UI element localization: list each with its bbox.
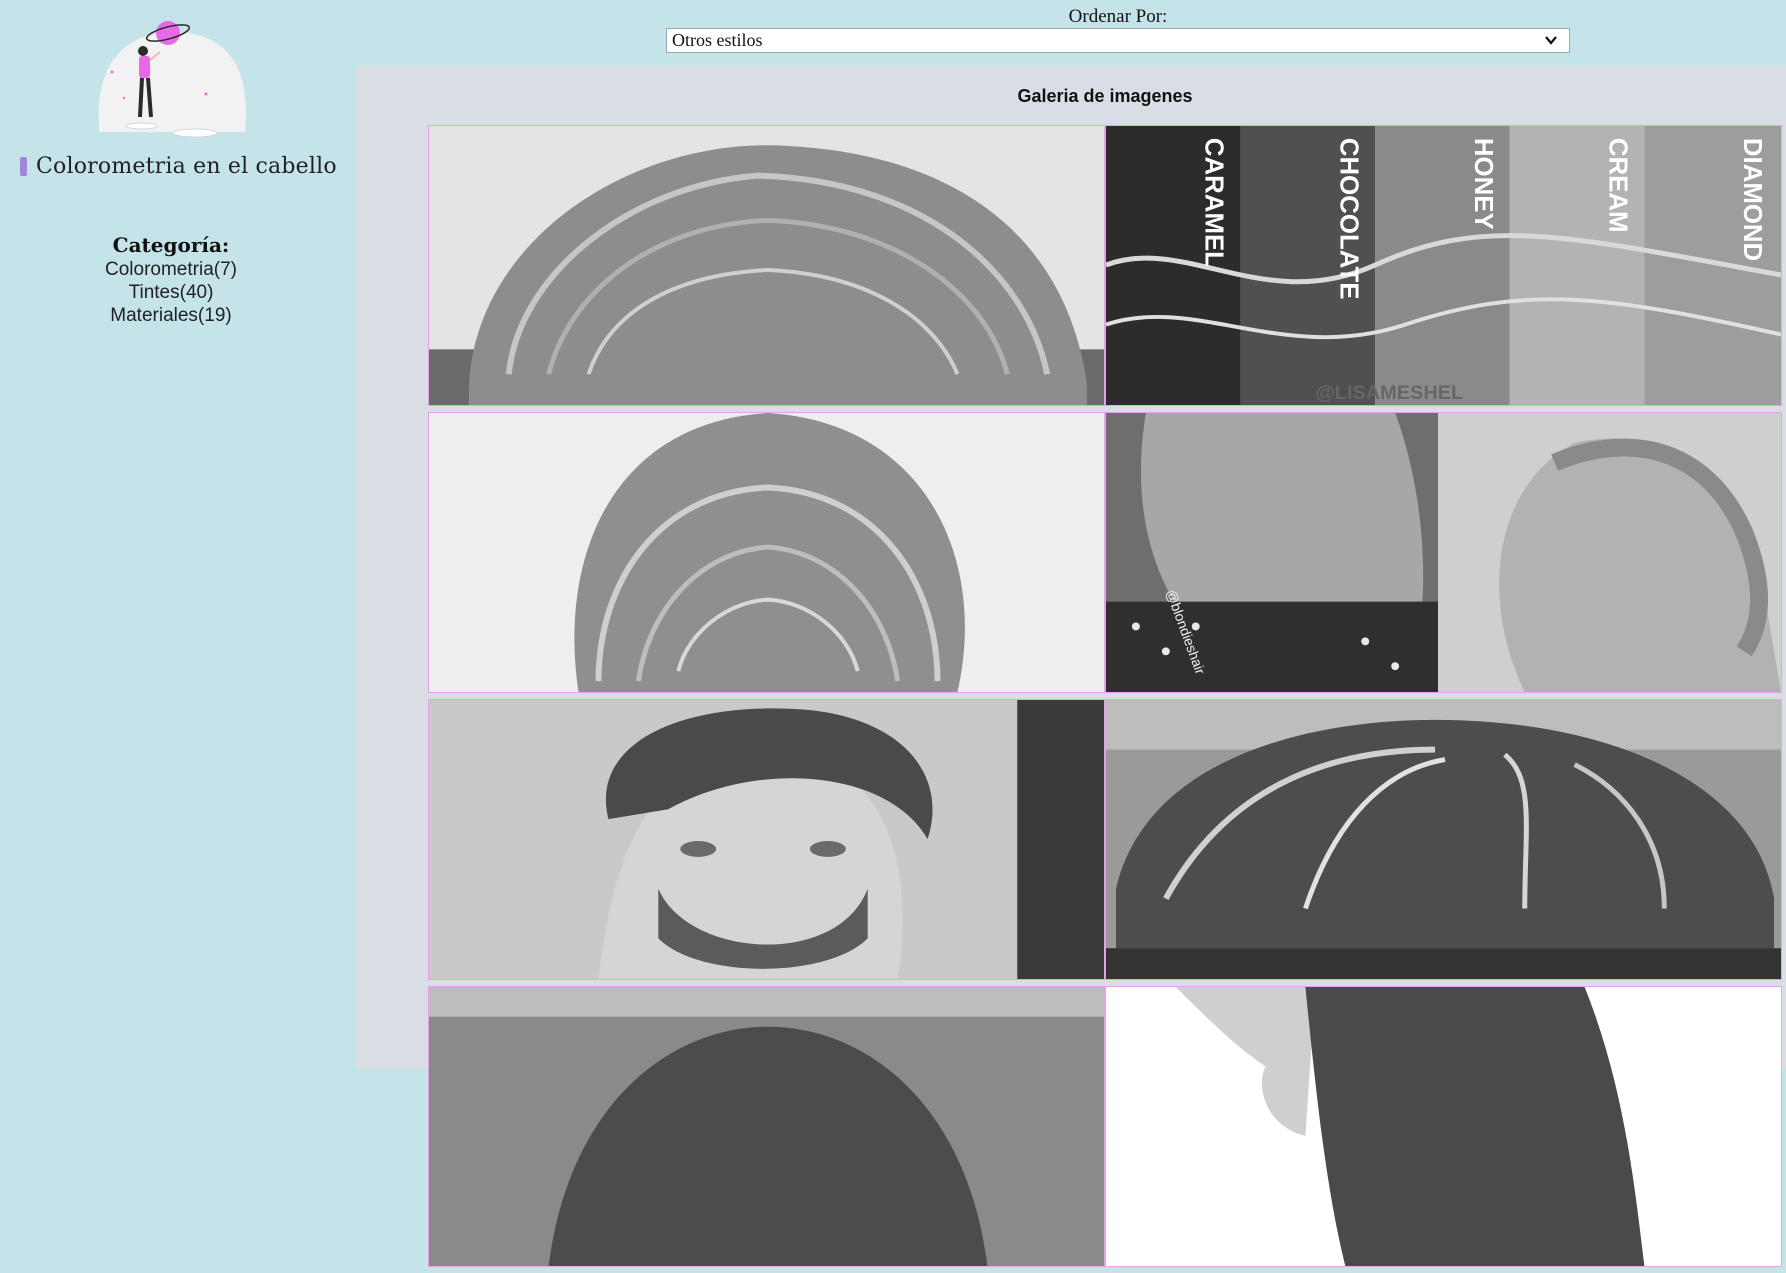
category-list: Categoría: Colorometria(7) Tintes(40) Ma… xyxy=(0,232,342,327)
gallery-image-hair-color-shades[interactable]: CARAMEL CHOCOLATE HONEY CREAM DIAMOND @LISAM… xyxy=(1105,125,1782,406)
logo-illustration xyxy=(95,14,251,152)
gallery-row xyxy=(428,986,1784,1273)
gallery-row: CARAMEL CHOCOLATE HONEY CREAM DIAMOND @LISAM… xyxy=(428,125,1784,412)
category-item-tintes[interactable]: Tintes(40) xyxy=(0,281,342,304)
sort-dropdown[interactable]: Otros estilos xyxy=(666,28,1570,53)
site-brand[interactable]: Colorometria en el cabello xyxy=(20,152,350,180)
sort-label: Ordenar Por: xyxy=(1068,6,1168,27)
sort-selected-value: Otros estilos xyxy=(672,30,763,50)
category-item-colorometria[interactable]: Colorometria(7) xyxy=(0,258,342,281)
image-credit: @LISAMESHEL xyxy=(1315,382,1463,404)
shade-label: CHOCOLATE xyxy=(1334,138,1362,300)
shade-label: CREAM xyxy=(1603,138,1631,233)
shade-label: DIAMOND xyxy=(1738,138,1766,261)
category-heading: Categoría: xyxy=(112,233,230,257)
gallery-image-highlighted-bob[interactable] xyxy=(1105,699,1782,980)
sidebar: Colorometria en el cabello Categoría: Co… xyxy=(0,0,356,1069)
gallery-row xyxy=(428,699,1784,986)
gallery-title: Galeria de imagenes xyxy=(1017,86,1193,106)
gallery-image-curly-hair-back[interactable] xyxy=(428,412,1105,693)
brand-marker-icon xyxy=(20,156,27,176)
shade-label: HONEY xyxy=(1469,138,1497,230)
image-gallery: CARAMEL CHOCOLATE HONEY CREAM DIAMOND @LISAM… xyxy=(428,125,1784,1273)
gallery-image-curls-and-braid[interactable]: @blondieshair xyxy=(1105,412,1782,693)
category-item-materiales[interactable]: Materiales(19) xyxy=(0,304,342,327)
gallery-row: @blondieshair xyxy=(428,412,1784,699)
gallery-image-profile-straight-hair[interactable] xyxy=(1105,986,1782,1267)
gallery-image-wavy-hair-back[interactable] xyxy=(428,125,1105,406)
gallery-image-hair-top-partial[interactable] xyxy=(428,986,1105,1267)
gallery-image-man-styled-hair[interactable] xyxy=(428,699,1105,980)
site-name: Colorometria en el cabello xyxy=(36,153,337,179)
chevron-down-icon xyxy=(1545,36,1557,45)
shade-label: CARAMEL xyxy=(1200,138,1228,267)
